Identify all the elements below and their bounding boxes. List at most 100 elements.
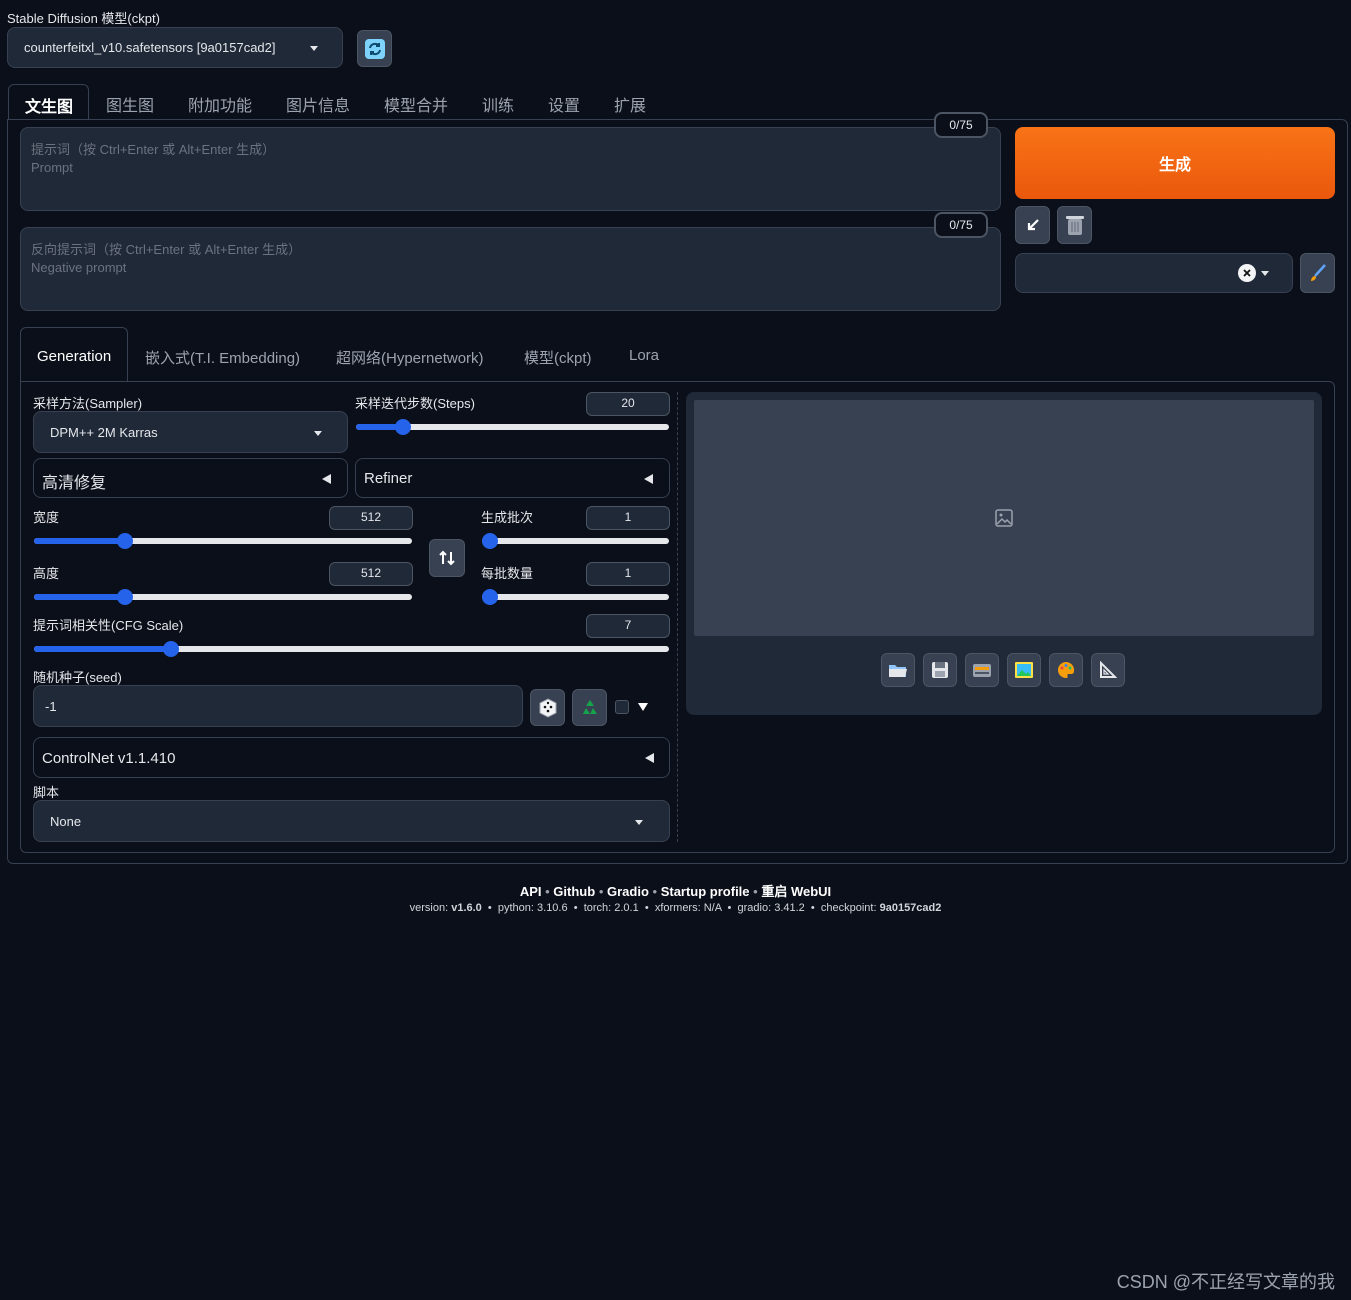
subtab-embedding[interactable]: 嵌入式(T.I. Embedding) — [145, 347, 300, 368]
script-select[interactable]: None — [33, 800, 670, 842]
controlnet-label: ControlNet v1.1.410 — [42, 750, 176, 767]
ruler-icon — [1100, 661, 1117, 678]
height-slider-thumb[interactable] — [116, 589, 133, 605]
refresh-models-button[interactable] — [357, 30, 392, 67]
xformers-version: xformers: N/A — [654, 902, 722, 914]
tab-img2img[interactable]: 图生图 — [106, 92, 154, 116]
hires-fix-accordion[interactable]: 高清修复 — [33, 458, 348, 498]
styles-dropdown[interactable] — [1015, 253, 1293, 293]
send-to-extras-button[interactable] — [1091, 653, 1125, 687]
height-slider-fill — [34, 594, 125, 600]
chevron-down-icon — [310, 46, 318, 51]
subtab-checkpoints[interactable]: 模型(ckpt) — [524, 347, 592, 368]
torch-version: torch: 2.0.1 — [583, 902, 639, 914]
cfg-slider[interactable] — [34, 641, 669, 657]
edit-styles-button[interactable] — [1300, 253, 1335, 293]
steps-label: 采样迭代步数(Steps) — [355, 396, 475, 411]
steps-slider-thumb[interactable] — [394, 419, 411, 435]
open-folder-button[interactable] — [881, 653, 915, 687]
generate-button[interactable]: 生成 — [1015, 127, 1335, 199]
subtab-generation[interactable]: Generation — [20, 327, 128, 382]
height-slider[interactable] — [34, 589, 412, 605]
footer-link-startup-profile[interactable]: Startup profile — [661, 884, 750, 899]
send-to-img2img-button[interactable] — [1007, 653, 1041, 687]
width-slider-fill — [34, 538, 125, 544]
subtab-lora[interactable]: Lora — [629, 347, 659, 364]
batch-size-slider[interactable] — [482, 589, 669, 605]
tab-train[interactable]: 训练 — [482, 92, 514, 116]
prompt-textarea[interactable]: 提示词（按 Ctrl+Enter 或 Alt+Enter 生成） Prompt — [20, 127, 1001, 211]
tab-png-info[interactable]: 图片信息 — [286, 92, 350, 116]
random-seed-button[interactable] — [530, 689, 565, 726]
script-label: 脚本 — [33, 785, 60, 800]
seed-input[interactable]: -1 — [33, 685, 523, 727]
tab-settings[interactable]: 设置 — [548, 92, 580, 116]
sampler-value: DPM++ 2M Karras — [50, 425, 158, 440]
recycle-icon — [582, 699, 597, 714]
extra-seed-checkbox[interactable] — [615, 700, 629, 714]
zip-button[interactable] — [965, 653, 999, 687]
height-input[interactable]: 512 — [329, 562, 413, 586]
negative-prompt-placeholder: 反向提示词（按 Ctrl+Enter 或 Alt+Enter 生成） — [31, 242, 302, 257]
negative-prompt-textarea[interactable]: 反向提示词（按 Ctrl+Enter 或 Alt+Enter 生成） Negat… — [20, 227, 1001, 311]
subtab-hypernetwork[interactable]: 超网络(Hypernetwork) — [336, 347, 484, 368]
swap-dimensions-button[interactable] — [429, 539, 465, 577]
tab-label: 文生图 — [25, 99, 74, 116]
read-params-button[interactable] — [1015, 206, 1050, 244]
sampler-select[interactable]: DPM++ 2M Karras — [33, 411, 348, 453]
send-to-inpaint-button[interactable] — [1049, 653, 1083, 687]
clear-prompt-button[interactable] — [1057, 206, 1092, 244]
tab-extras[interactable]: 附加功能 — [188, 92, 252, 116]
batch-count-slider[interactable] — [482, 533, 669, 549]
controlnet-accordion[interactable]: ControlNet v1.1.410 — [33, 737, 670, 778]
batch-size-slider-thumb[interactable] — [482, 589, 498, 605]
width-slider-thumb[interactable] — [116, 533, 133, 549]
footer-link-gradio[interactable]: Gradio — [607, 884, 649, 899]
footer-link-api[interactable]: API — [520, 884, 542, 899]
tab-extensions[interactable]: 扩展 — [614, 92, 646, 116]
subtab-label: Generation — [37, 348, 112, 365]
footer-links: API • Github • Gradio • Startup profile … — [519, 884, 832, 899]
tab-txt2img[interactable]: 文生图 — [8, 84, 89, 120]
prompt-token-counter: 0/75 — [934, 112, 988, 138]
steps-slider[interactable] — [356, 419, 669, 435]
trash-icon — [1065, 216, 1084, 235]
model-select[interactable]: counterfeitxl_v10.safetensors [9a0157cad… — [7, 27, 343, 68]
cfg-input[interactable]: 7 — [586, 614, 670, 638]
output-gallery — [694, 400, 1314, 636]
refiner-accordion[interactable]: Refiner — [355, 458, 670, 498]
save-icon — [932, 662, 948, 678]
negative-prompt-token-counter: 0/75 — [934, 212, 988, 238]
width-input[interactable]: 512 — [329, 506, 413, 530]
version-label: version: — [409, 902, 449, 914]
batch-count-slider-thumb[interactable] — [482, 533, 498, 549]
refresh-icon — [364, 38, 385, 59]
refiner-label: Refiner — [364, 470, 413, 487]
footer-link-reload-ui[interactable]: 重启 WebUI — [761, 884, 831, 899]
image-icon — [1015, 662, 1033, 678]
expand-arrow-icon[interactable] — [638, 703, 648, 711]
reuse-seed-button[interactable] — [572, 689, 607, 726]
width-slider[interactable] — [34, 533, 412, 549]
watermark: CSDN @不正经写文章的我 — [1116, 1272, 1335, 1292]
collapse-arrow-icon — [322, 474, 331, 484]
dice-icon — [539, 697, 556, 718]
batch-count-label: 生成批次 — [481, 510, 534, 525]
cfg-slider-thumb[interactable] — [162, 641, 179, 657]
prompt-placeholder: 提示词（按 Ctrl+Enter 或 Alt+Enter 生成） — [31, 142, 276, 157]
model-select-value: counterfeitxl_v10.safetensors [9a0157cad… — [24, 40, 276, 55]
seed-value: -1 — [45, 699, 57, 714]
cfg-label: 提示词相关性(CFG Scale) — [33, 618, 184, 633]
steps-input[interactable]: 20 — [586, 392, 670, 416]
save-button[interactable] — [923, 653, 957, 687]
close-icon[interactable] — [1238, 264, 1256, 282]
gradio-version: gradio: 3.41.2 — [737, 902, 805, 914]
tab-checkpoint-merger[interactable]: 模型合并 — [384, 92, 448, 116]
python-version: python: 3.10.6 — [497, 902, 568, 914]
collapse-arrow-icon — [644, 474, 653, 484]
footer-link-github[interactable]: Github — [553, 884, 595, 899]
script-value: None — [50, 814, 82, 829]
column-divider — [677, 392, 678, 842]
batch-size-input[interactable]: 1 — [586, 562, 670, 586]
batch-count-input[interactable]: 1 — [586, 506, 670, 530]
